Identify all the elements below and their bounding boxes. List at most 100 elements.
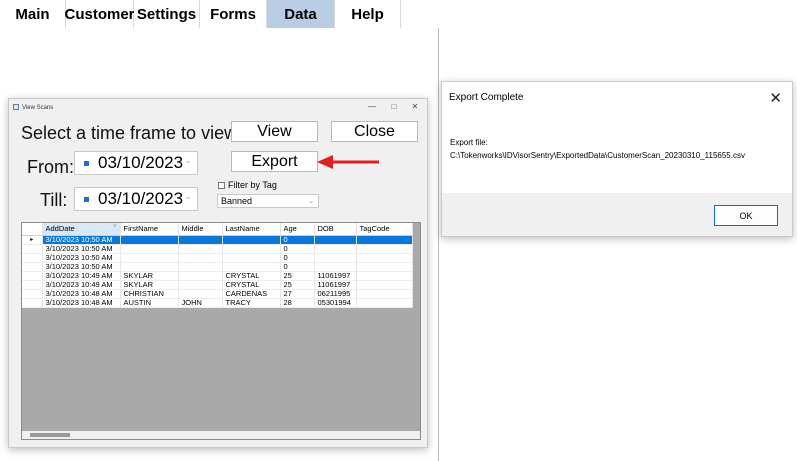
row-header[interactable] bbox=[22, 289, 43, 299]
table-row[interactable]: ▸ 3/10/2023 10:50 AM 0 bbox=[22, 235, 413, 245]
row-header[interactable] bbox=[22, 298, 43, 308]
ok-button[interactable]: OK bbox=[714, 205, 778, 226]
table-cell[interactable]: AUSTIN bbox=[120, 298, 179, 308]
table-cell[interactable]: CARDENAS bbox=[222, 289, 281, 299]
row-header[interactable]: ▸ bbox=[22, 235, 43, 245]
table-cell[interactable]: 27 bbox=[280, 289, 315, 299]
maximize-icon[interactable]: □ bbox=[387, 102, 401, 114]
table-cell[interactable] bbox=[222, 253, 281, 263]
till-date-picker[interactable]: 03/10/2023 ⌄ bbox=[74, 187, 198, 211]
table-cell[interactable] bbox=[120, 262, 179, 272]
column-header-lastname[interactable]: LastName bbox=[222, 223, 281, 236]
row-header[interactable] bbox=[22, 253, 43, 263]
table-row[interactable]: 3/10/2023 10:49 AM SKYLAR CRYSTAL 25 1106199… bbox=[22, 271, 413, 281]
menu-settings[interactable]: Settings bbox=[134, 0, 200, 28]
minimize-icon[interactable]: — bbox=[365, 102, 379, 114]
table-cell[interactable]: CRYSTAL bbox=[222, 271, 281, 281]
table-row[interactable]: 3/10/2023 10:48 AM CHRISTIAN CARDENAS 27 062… bbox=[22, 289, 413, 299]
table-cell[interactable] bbox=[178, 253, 223, 263]
export-button[interactable]: Export bbox=[231, 151, 318, 172]
table-cell[interactable]: 3/10/2023 10:49 AM bbox=[42, 271, 121, 281]
close-icon[interactable]: ✕ bbox=[408, 102, 422, 114]
table-cell[interactable] bbox=[178, 262, 223, 272]
table-cell[interactable]: 3/10/2023 10:49 AM bbox=[42, 280, 121, 290]
table-cell[interactable] bbox=[120, 253, 179, 263]
table-cell[interactable]: 3/10/2023 10:50 AM bbox=[42, 262, 121, 272]
table-cell[interactable]: CRYSTAL bbox=[222, 280, 281, 290]
table-cell[interactable]: 06211995 bbox=[314, 289, 357, 299]
table-cell[interactable] bbox=[314, 253, 357, 263]
table-cell[interactable] bbox=[222, 235, 281, 245]
table-cell[interactable]: 28 bbox=[280, 298, 315, 308]
row-header[interactable] bbox=[22, 280, 43, 290]
filter-by-tag-checkbox[interactable] bbox=[218, 182, 225, 189]
row-header[interactable] bbox=[22, 262, 43, 272]
table-cell[interactable] bbox=[120, 244, 179, 254]
column-header-adddate[interactable]: AddDate ˅ bbox=[42, 223, 121, 236]
table-row[interactable]: 3/10/2023 10:50 AM 0 bbox=[22, 244, 413, 254]
menu-forms[interactable]: Forms bbox=[200, 0, 267, 28]
table-cell[interactable] bbox=[314, 235, 357, 245]
table-cell[interactable]: SKYLAR bbox=[120, 280, 179, 290]
table-row[interactable]: 3/10/2023 10:50 AM 0 bbox=[22, 262, 413, 272]
horizontal-scrollbar[interactable] bbox=[22, 431, 420, 439]
table-cell[interactable] bbox=[314, 262, 357, 272]
table-cell[interactable]: 3/10/2023 10:48 AM bbox=[42, 298, 121, 308]
scan-grid[interactable]: AddDate ˅ FirstName Middle LastName Age D… bbox=[21, 222, 421, 440]
table-cell[interactable] bbox=[356, 244, 413, 254]
menu-main[interactable]: Main bbox=[0, 0, 66, 28]
table-cell[interactable] bbox=[222, 244, 281, 254]
table-cell[interactable] bbox=[356, 289, 413, 299]
scrollbar-thumb[interactable] bbox=[30, 433, 70, 437]
table-cell[interactable]: 3/10/2023 10:50 AM bbox=[42, 244, 121, 254]
table-row[interactable]: 3/10/2023 10:50 AM 0 bbox=[22, 253, 413, 263]
table-cell[interactable]: 3/10/2023 10:50 AM bbox=[42, 235, 121, 245]
table-cell[interactable]: 05301994 bbox=[314, 298, 357, 308]
row-header[interactable] bbox=[22, 244, 43, 254]
table-cell[interactable] bbox=[356, 298, 413, 308]
column-header-tagcode[interactable]: TagCode bbox=[356, 223, 413, 236]
table-cell[interactable] bbox=[222, 262, 281, 272]
table-cell[interactable]: 11061997 bbox=[314, 280, 357, 290]
column-header-firstname[interactable]: FirstName bbox=[120, 223, 179, 236]
table-cell[interactable] bbox=[356, 280, 413, 290]
table-cell[interactable]: CHRISTIAN bbox=[120, 289, 179, 299]
table-cell[interactable] bbox=[356, 271, 413, 281]
row-header[interactable] bbox=[22, 271, 43, 281]
table-cell[interactable]: 25 bbox=[280, 280, 315, 290]
table-cell[interactable] bbox=[356, 253, 413, 263]
table-cell[interactable] bbox=[178, 235, 223, 245]
table-row[interactable]: 3/10/2023 10:48 AM AUSTIN JOHN TRACY 28 05301… bbox=[22, 298, 413, 308]
close-button[interactable]: Close bbox=[331, 121, 418, 142]
column-header-dob[interactable]: DOB bbox=[314, 223, 357, 236]
table-row[interactable]: 3/10/2023 10:49 AM SKYLAR CRYSTAL 25 1106199… bbox=[22, 280, 413, 290]
table-cell[interactable] bbox=[178, 280, 223, 290]
menu-help[interactable]: Help bbox=[335, 0, 401, 28]
menu-customer[interactable]: Customer bbox=[65, 0, 135, 28]
table-cell[interactable] bbox=[314, 244, 357, 254]
table-cell[interactable] bbox=[178, 244, 223, 254]
table-cell[interactable]: TRACY bbox=[222, 298, 281, 308]
tag-select[interactable]: Banned ⌄ bbox=[217, 194, 319, 208]
table-cell[interactable] bbox=[178, 271, 223, 281]
table-cell[interactable]: 3/10/2023 10:48 AM bbox=[42, 289, 121, 299]
table-cell[interactable]: 0 bbox=[280, 235, 315, 245]
table-cell[interactable]: SKYLAR bbox=[120, 271, 179, 281]
column-header-age[interactable]: Age bbox=[280, 223, 315, 236]
table-cell[interactable] bbox=[356, 235, 413, 245]
table-cell[interactable]: 25 bbox=[280, 271, 315, 281]
column-header-middle[interactable]: Middle bbox=[178, 223, 223, 236]
table-cell[interactable]: 3/10/2023 10:50 AM bbox=[42, 253, 121, 263]
table-cell[interactable] bbox=[356, 262, 413, 272]
table-cell[interactable]: 11061997 bbox=[314, 271, 357, 281]
menu-data[interactable]: Data bbox=[267, 0, 335, 28]
table-cell[interactable]: 0 bbox=[280, 244, 315, 254]
table-cell[interactable]: 0 bbox=[280, 253, 315, 263]
from-date-picker[interactable]: 03/10/2023 ⌄ bbox=[74, 151, 198, 175]
table-cell[interactable] bbox=[120, 235, 179, 245]
table-cell[interactable] bbox=[178, 289, 223, 299]
table-cell[interactable]: 0 bbox=[280, 262, 315, 272]
table-cell[interactable]: JOHN bbox=[178, 298, 223, 308]
view-button[interactable]: View bbox=[231, 121, 318, 142]
close-icon[interactable]: ✕ bbox=[769, 89, 782, 107]
